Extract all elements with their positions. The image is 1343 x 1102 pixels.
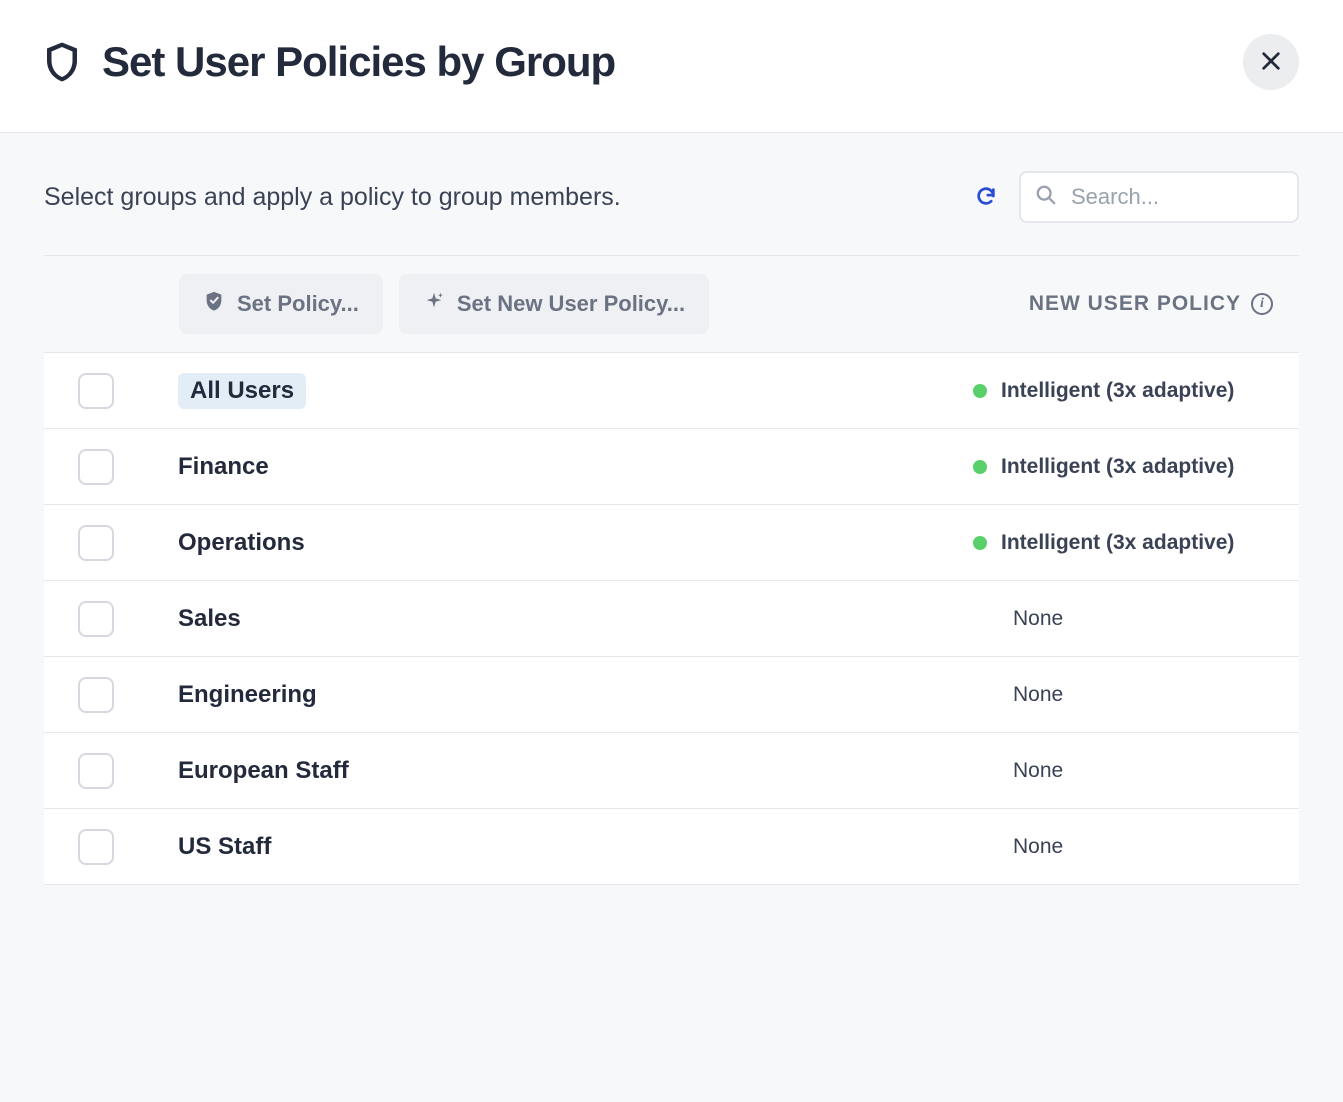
groups-table: All UsersIntelligent (3x adaptive)Financ… [44,352,1299,885]
status-dot-icon [973,384,987,398]
subtitle: Select groups and apply a policy to grou… [44,183,621,212]
refresh-icon [975,185,997,210]
group-checkbox[interactable] [78,525,114,561]
group-row: Engineering None [44,657,1299,733]
header-left: Set User Policies by Group [44,38,615,86]
policy-value: None [973,835,1273,859]
group-row: Finance Intelligent (3x adaptive) [44,429,1299,505]
info-icon[interactable]: i [1251,293,1273,315]
group-name[interactable]: Operations [178,529,305,557]
group-name[interactable]: European Staff [178,757,349,785]
status-dot-icon [973,460,987,474]
group-checkbox[interactable] [78,449,114,485]
group-name[interactable]: Engineering [178,681,317,709]
dialog-header: Set User Policies by Group [0,0,1343,133]
close-button[interactable] [1243,34,1299,90]
group-checkbox[interactable] [78,753,114,789]
set-policy-button[interactable]: Set Policy... [179,274,383,334]
toolbar: Set Policy... Set New User Policy... NEW… [44,256,1299,352]
toolbar-right: NEW USER POLICY i [1029,292,1273,316]
policy-value: Intelligent (3x adaptive) [1001,531,1234,555]
group-row: Sales None [44,581,1299,657]
close-icon [1260,50,1282,75]
group-checkbox[interactable] [78,373,114,409]
top-right-controls [975,171,1299,223]
set-policy-label: Set Policy... [237,291,359,317]
group-checkbox[interactable] [78,601,114,637]
set-new-user-policy-label: Set New User Policy... [457,291,685,317]
group-checkbox[interactable] [78,677,114,713]
group-name[interactable]: Sales [178,605,241,633]
search-icon [1035,184,1057,211]
dialog-body: Select groups and apply a policy to grou… [0,133,1343,885]
top-row: Select groups and apply a policy to grou… [44,171,1299,255]
toolbar-left: Set Policy... Set New User Policy... [179,274,709,334]
refresh-button[interactable] [975,185,997,210]
policy-cell: Intelligent (3x adaptive) [973,531,1273,555]
group-name[interactable]: Finance [178,453,269,481]
shield-check-icon [203,290,225,318]
sparkle-icon [423,290,445,318]
group-row: Operations Intelligent (3x adaptive) [44,505,1299,581]
policy-cell: Intelligent (3x adaptive) [973,379,1273,403]
search-field[interactable] [1019,171,1299,223]
policy-value: Intelligent (3x adaptive) [1001,455,1234,479]
set-new-user-policy-button[interactable]: Set New User Policy... [399,274,709,334]
group-checkbox[interactable] [78,829,114,865]
group-name[interactable]: US Staff [178,833,271,861]
group-row: European Staff None [44,733,1299,809]
search-input[interactable] [1071,184,1343,210]
status-dot-icon [973,536,987,550]
policy-cell: Intelligent (3x adaptive) [973,455,1273,479]
new-user-policy-column-header: NEW USER POLICY [1029,292,1241,316]
policy-value: None [973,683,1273,707]
dialog-title: Set User Policies by Group [102,38,615,86]
group-row: US Staff None [44,809,1299,885]
shield-icon [44,41,80,83]
group-name[interactable]: All Users [178,373,306,409]
policy-value: Intelligent (3x adaptive) [1001,379,1234,403]
policy-value: None [973,607,1273,631]
group-row: All Users Intelligent (3x adaptive) [44,353,1299,429]
policy-value: None [973,759,1273,783]
